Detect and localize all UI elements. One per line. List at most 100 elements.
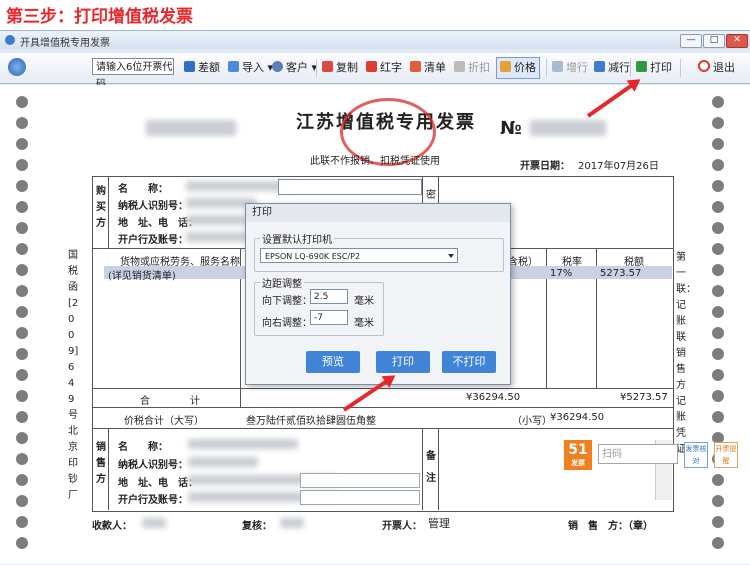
seller-taxid-blurred — [188, 457, 258, 467]
tractor-hole — [712, 159, 724, 171]
tractor-hole — [16, 201, 28, 213]
discount-button[interactable]: 折扣 — [454, 59, 490, 77]
delete-row-button[interactable]: 减行 — [594, 59, 630, 77]
close-button[interactable]: ✕ — [726, 34, 748, 48]
print-button[interactable]: 打印 — [636, 59, 672, 77]
down-unit: 毫米 — [354, 296, 374, 307]
diff-icon — [184, 61, 195, 72]
down-adjust-label: 向下调整： — [262, 296, 312, 307]
import-button[interactable]: 导入 ▾ — [228, 59, 273, 77]
date-value: 2017年07月26日 — [578, 161, 659, 172]
tractor-hole — [712, 285, 724, 297]
seller-bank-label: 开户行及账号： — [118, 495, 188, 506]
badge-sub: 发票 — [571, 459, 585, 467]
grid-line — [438, 428, 439, 510]
seller-taxid-label: 纳税人识别号： — [118, 460, 188, 471]
preview-button[interactable]: 预览 — [306, 351, 360, 373]
printer-select[interactable]: EPSON LQ-690K ESC/P2 — [260, 248, 458, 263]
seller-name-label: 名 称： — [118, 442, 168, 453]
seller-label: 销售方 — [96, 442, 106, 485]
fapiao51-badge[interactable]: 51 发票 — [564, 440, 592, 470]
scan-code-input[interactable]: 扫码 — [598, 444, 678, 464]
app-icon — [5, 35, 15, 45]
add-row-button[interactable]: 增行 — [552, 59, 588, 77]
seller-name-blurred — [188, 439, 298, 449]
dialog-print-button[interactable]: 打印 — [376, 351, 430, 373]
small-total-label: （小写） — [512, 416, 552, 427]
app-logo-icon[interactable] — [8, 58, 26, 76]
seller-addr-label: 地 址、电 话： — [118, 478, 198, 489]
tractor-hole — [16, 159, 28, 171]
password-area-label: 密 — [426, 190, 436, 201]
tractor-hole — [16, 453, 28, 465]
tractor-hole — [712, 516, 724, 528]
no-print-button[interactable]: 不打印 — [442, 351, 496, 373]
invoice-remind-button[interactable]: 开票提醒 — [714, 442, 738, 468]
seller-bank-select[interactable] — [300, 490, 420, 505]
total-words-value: 叁万陆仟贰佰玖拾肆圆伍角整 — [246, 416, 376, 427]
seller-addr-select[interactable] — [300, 473, 420, 488]
import-icon — [228, 61, 239, 72]
down-adjust-input[interactable]: 2.5 — [310, 289, 348, 304]
tractor-hole — [16, 180, 28, 192]
red-invoice-button[interactable]: 红字 — [366, 59, 402, 77]
tractor-hole — [712, 201, 724, 213]
grid-line — [108, 176, 109, 248]
receiver-blurred — [142, 518, 166, 528]
margin-group-title: 边距调整 — [260, 275, 304, 290]
tractor-hole — [712, 117, 724, 129]
tractor-hole — [16, 474, 28, 486]
add-row-label: 增行 — [566, 61, 588, 74]
date-label: 开票日期： — [520, 161, 570, 172]
right-adjust-input[interactable]: -7 — [310, 310, 348, 325]
reviewer-label: 复核： — [242, 521, 272, 532]
customer-button[interactable]: 客户 ▾ — [272, 59, 317, 77]
list-button[interactable]: 清单 — [410, 59, 446, 77]
tractor-hole — [16, 96, 28, 108]
small-total-value: ¥36294.50 — [550, 412, 605, 423]
copy-button[interactable]: 复制 — [322, 59, 358, 77]
maximize-button[interactable]: □ — [703, 34, 725, 48]
print-label: 打印 — [650, 61, 672, 74]
invoice-code-input[interactable]: 请输入6位开票代码 — [92, 58, 174, 90]
copy-label: 复制 — [336, 61, 358, 74]
minimize-button[interactable]: — — [680, 34, 702, 48]
diff-button[interactable]: 差额 — [184, 59, 220, 77]
window-title: 开具增值税专用发票 — [20, 38, 110, 49]
left-tractor-strip — [0, 85, 42, 564]
tractor-hole — [712, 390, 724, 402]
badge-number: 51 — [568, 442, 588, 458]
grid-line — [92, 388, 673, 389]
buyer-label: 购买方 — [96, 186, 106, 229]
list-label: 清单 — [424, 61, 446, 74]
printer-group-title: 设置默认打印机 — [260, 231, 334, 246]
tractor-hole — [712, 369, 724, 381]
remark-label: 备注 — [426, 451, 436, 484]
price-label: 价格 — [514, 61, 536, 74]
buyer-name-input[interactable] — [278, 179, 422, 195]
tractor-hole — [16, 537, 28, 549]
tractor-hole — [712, 495, 724, 507]
buyer-taxid-label: 纳税人识别号： — [118, 201, 188, 212]
right-copy-note: 第一联：记账联 销售方记账凭证 — [676, 252, 696, 455]
scan-widget: 51 发票 扫码 发票核对 开票提醒 — [564, 440, 742, 470]
invoice-no-label: № — [500, 118, 522, 139]
red-invoice-label: 红字 — [380, 61, 402, 74]
list-icon — [410, 61, 421, 72]
tractor-hole — [712, 264, 724, 276]
discount-label: 折扣 — [468, 61, 490, 74]
tractor-hole — [712, 327, 724, 339]
tractor-hole — [16, 495, 28, 507]
total-amount: ¥36294.50 — [466, 392, 521, 403]
tractor-hole — [16, 306, 28, 318]
grid-line — [92, 428, 673, 429]
invoice-verify-button[interactable]: 发票核对 — [684, 442, 708, 468]
row1-tax: 5273.57 — [600, 268, 642, 279]
price-button[interactable]: 价格 — [500, 59, 536, 77]
buyer-addr-blurred — [186, 215, 248, 225]
customer-label: 客户 — [286, 61, 308, 74]
exit-button[interactable]: 退出 — [698, 59, 735, 77]
tractor-hole — [16, 264, 28, 276]
invoice-subtitle: 此联不作报销、扣税凭证使用 — [310, 156, 440, 167]
tractor-hole — [712, 96, 724, 108]
